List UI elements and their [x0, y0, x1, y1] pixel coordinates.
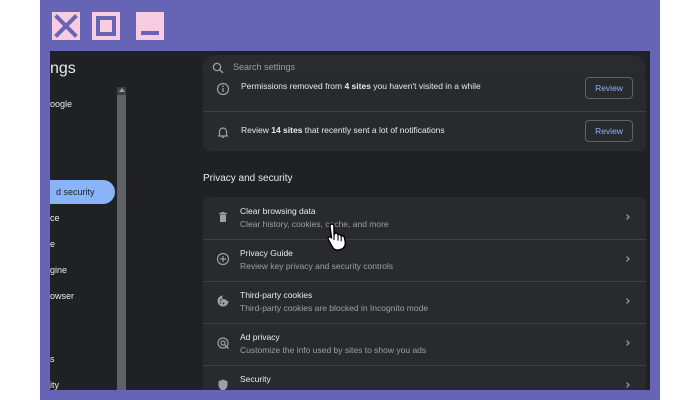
- privacy-security-card: Clear browsing data Clear history, cooki…: [203, 197, 646, 390]
- hand-pointer-icon: [327, 223, 347, 251]
- chevron-right-icon: [626, 298, 630, 304]
- settings-window: ngs oogle d security ce e gine owser s i…: [50, 51, 650, 390]
- info-icon: [216, 82, 230, 96]
- privacy-guide-row[interactable]: Privacy Guide Review key privacy and sec…: [203, 239, 646, 281]
- review-button[interactable]: Review: [585, 77, 633, 99]
- row-subtitle: Review key privacy and security controls: [240, 261, 394, 271]
- row-title: Third-party cookies: [240, 290, 313, 300]
- row-title: Privacy Guide: [240, 248, 293, 258]
- clear-browsing-data-row[interactable]: Clear browsing data Clear history, cooki…: [203, 197, 646, 239]
- notice-text: Review 14 sites that recently sent a lot…: [241, 125, 445, 135]
- sidebar-item-languages[interactable]: s: [50, 354, 55, 368]
- row-subtitle: Customize the info used by sites to show…: [240, 345, 427, 355]
- third-party-cookies-row[interactable]: Third-party cookies Third-party cookies …: [203, 281, 646, 323]
- minimize-icon[interactable]: [136, 12, 164, 40]
- ad-privacy-icon: [217, 337, 229, 349]
- notice-text: Permissions removed from 4 sites you hav…: [241, 81, 481, 91]
- sidebar-item-performance[interactable]: ce: [50, 213, 60, 227]
- cookie-icon: [217, 295, 229, 307]
- ad-privacy-row[interactable]: Ad privacy Customize the info used by si…: [203, 323, 646, 365]
- close-icon[interactable]: [52, 12, 80, 40]
- trash-icon: [219, 211, 227, 222]
- section-title: Privacy and security: [203, 173, 293, 184]
- sidebar-item-default-browser[interactable]: owser: [50, 291, 74, 305]
- row-subtitle: Third-party cookies are blocked in Incog…: [240, 303, 429, 313]
- sidebar-item-label: d security: [56, 187, 95, 197]
- row-subtitle: Clear history, cookies, cache, and more: [240, 219, 389, 229]
- review-button[interactable]: Review: [585, 120, 633, 142]
- privacy-guide-icon: [216, 252, 230, 266]
- list-item: Review 14 sites that recently sent a lot…: [203, 112, 646, 150]
- safety-notices-card: Permissions removed from 4 sites you hav…: [203, 73, 646, 151]
- sidebar: oogle d security ce e gine owser s ity: [50, 87, 120, 390]
- sidebar-item-privacy-security[interactable]: d security: [50, 180, 115, 204]
- chevron-right-icon: [626, 340, 630, 346]
- chevron-right-icon: [626, 256, 630, 262]
- sidebar-item-appearance[interactable]: e: [50, 239, 55, 253]
- row-title: Clear browsing data: [240, 206, 316, 216]
- row-title: Security: [240, 374, 271, 384]
- scroll-up-arrow-icon[interactable]: [119, 88, 125, 92]
- bell-icon: [217, 127, 229, 138]
- sidebar-scrollbar-thumb[interactable]: [117, 95, 126, 390]
- shield-icon: [218, 379, 228, 390]
- list-item: Permissions removed from 4 sites you hav…: [203, 70, 646, 108]
- sidebar-item-accessibility[interactable]: ity: [50, 380, 59, 390]
- chevron-right-icon: [626, 214, 630, 220]
- security-row[interactable]: Security: [203, 365, 646, 390]
- row-title: Ad privacy: [240, 332, 280, 342]
- chevron-right-icon: [626, 382, 630, 388]
- sidebar-item-google[interactable]: oogle: [50, 99, 72, 113]
- settings-title: ngs: [50, 60, 76, 77]
- maximize-icon[interactable]: [92, 12, 120, 40]
- sidebar-item-search-engine[interactable]: gine: [50, 265, 67, 279]
